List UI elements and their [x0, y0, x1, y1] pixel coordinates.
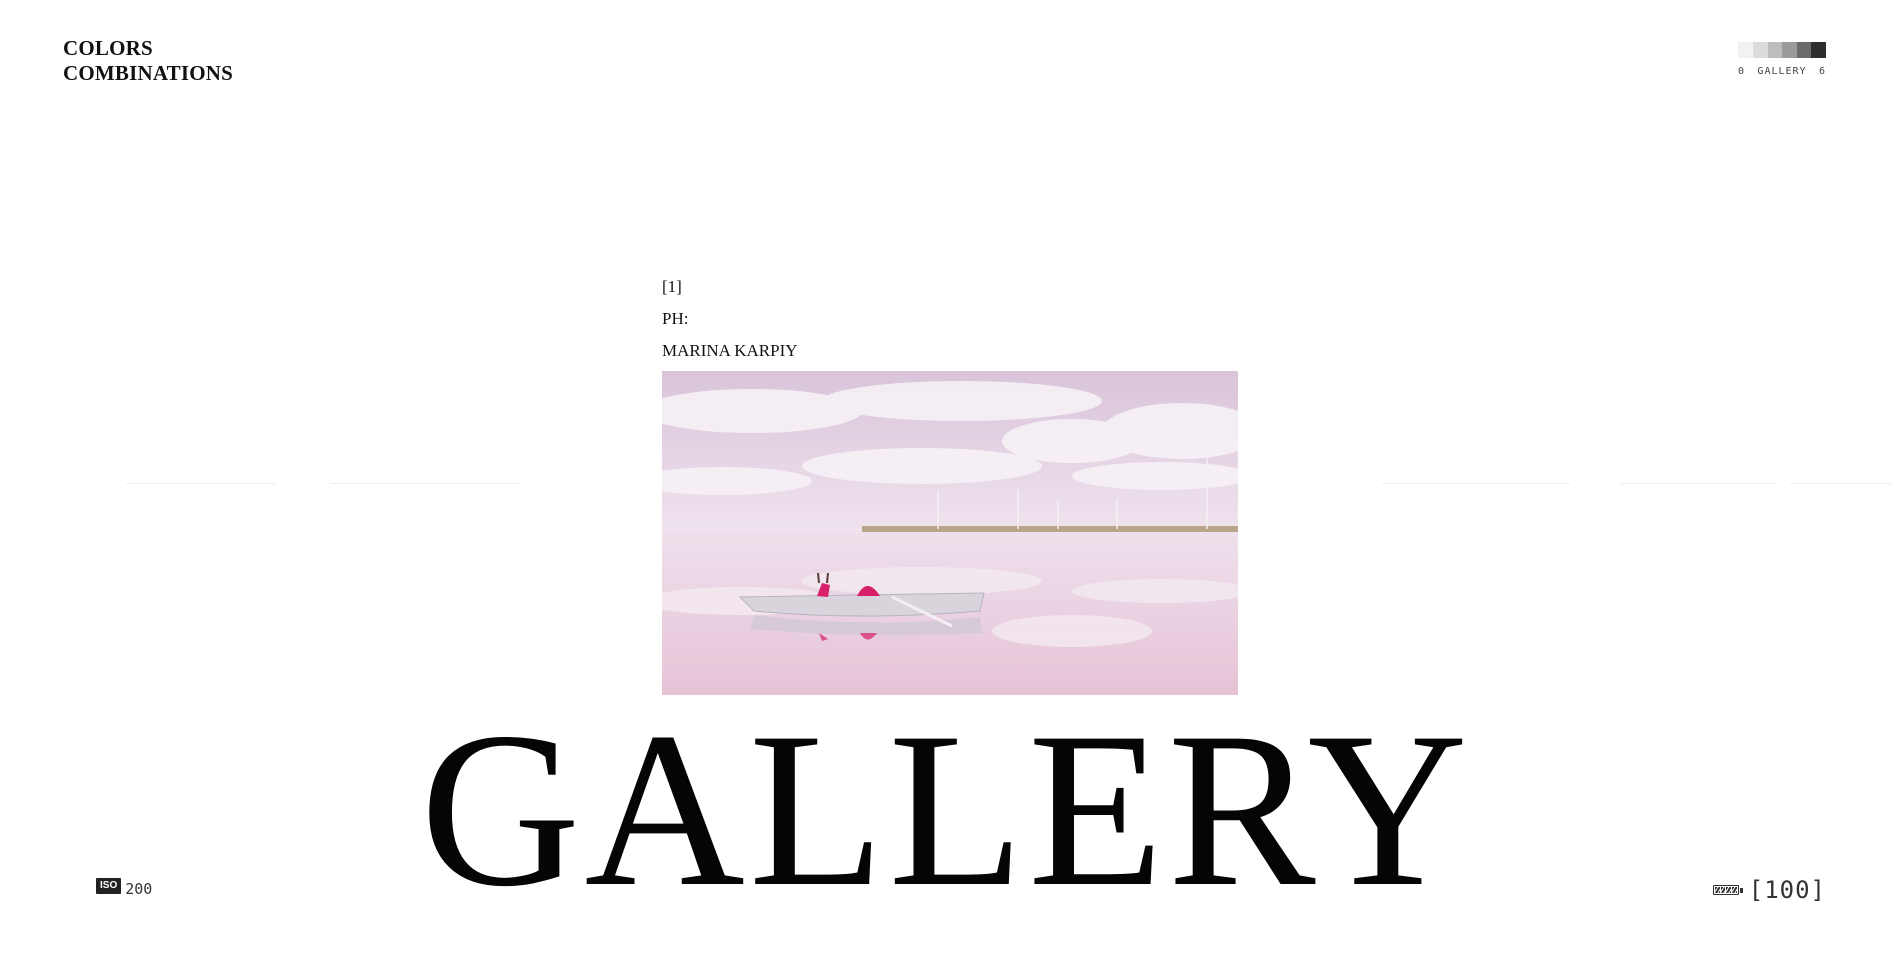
status-indicator: [100] — [1712, 876, 1826, 904]
battery-icon — [1712, 885, 1743, 895]
gallery-end-count: 6 — [1818, 66, 1826, 77]
gallery-swatch — [1738, 42, 1754, 58]
gallery-swatch — [1767, 42, 1783, 58]
guide-line — [330, 483, 520, 484]
photographer-name: MARINA KARPIY — [662, 341, 798, 360]
brand-line-1: COLORS — [63, 36, 153, 60]
iso-indicator: ISO 200 — [96, 878, 153, 898]
gallery-swatch — [1796, 42, 1812, 58]
iso-value: 200 — [125, 880, 153, 898]
gallery-indicator-label: GALLERY — [1757, 66, 1807, 77]
guide-line — [1620, 483, 1775, 484]
photo-credit-label: PH: — [662, 309, 689, 328]
gallery-swatch — [1811, 42, 1826, 58]
guide-line — [1382, 483, 1570, 484]
gallery-swatch — [1782, 42, 1797, 58]
photo-caption: [1] PH: MARINA KARPIY — [662, 271, 798, 367]
gallery-photo[interactable] — [662, 371, 1238, 695]
gallery-progress-indicator: 0 GALLERY 6 — [1738, 42, 1826, 77]
guide-line — [126, 483, 276, 484]
gallery-start-count: 0 — [1738, 66, 1746, 77]
photo-index: [1] — [662, 277, 682, 296]
brand-line-2: COMBINATIONS — [63, 61, 234, 85]
gallery-swatch — [1753, 42, 1768, 58]
photo-image-icon — [662, 371, 1238, 695]
guide-line — [1790, 483, 1892, 484]
frame-counter: [100] — [1748, 876, 1826, 904]
gallery-swatches — [1738, 42, 1826, 58]
page-title: GALLERY — [420, 687, 1472, 933]
iso-badge: ISO — [96, 878, 122, 894]
brand-logo[interactable]: COLORS COMBINATIONS — [63, 36, 233, 86]
